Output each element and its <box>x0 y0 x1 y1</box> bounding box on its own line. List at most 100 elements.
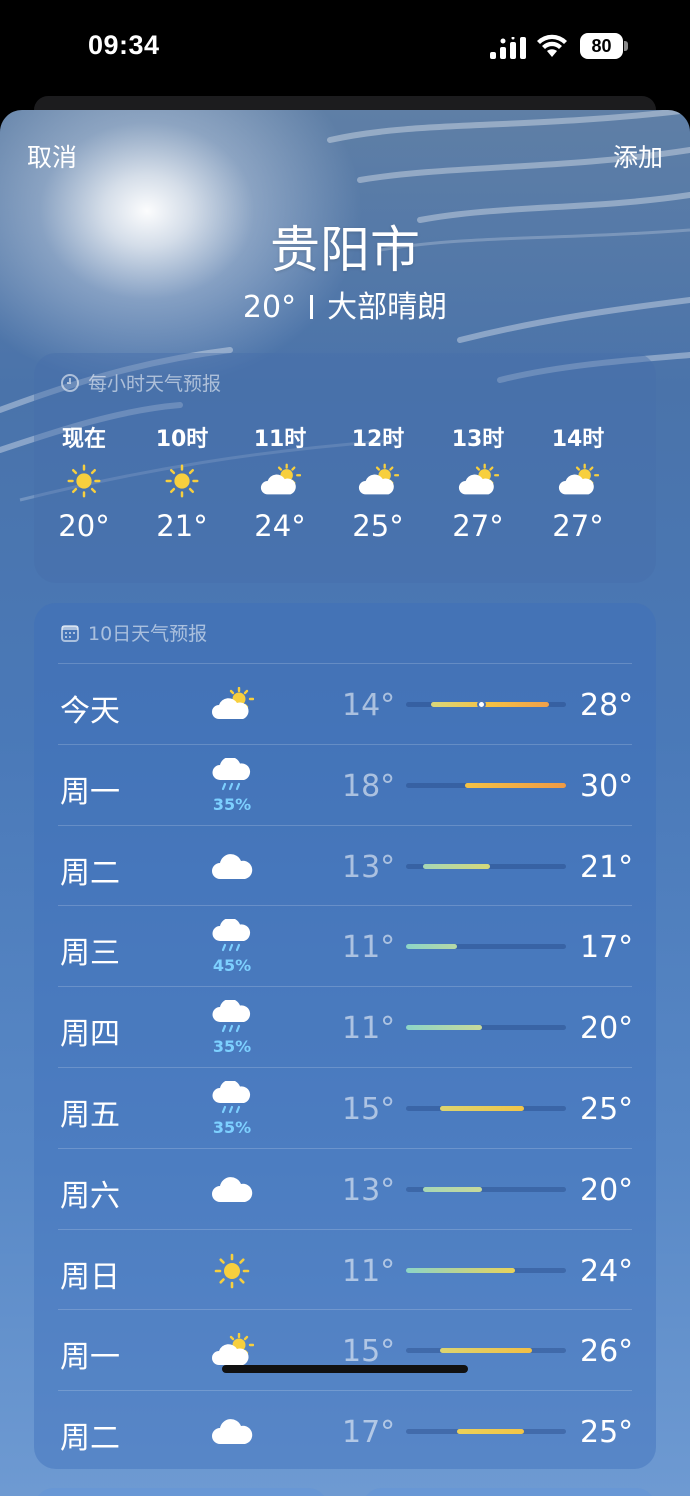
daily-forecast-row[interactable]: 周日 11° 24° <box>58 1228 634 1310</box>
ten-day-forecast-card[interactable]: 10日天气预报 今天 14° 28° 周一 35% 18° 30° 周二 13° 21° 周三 45%… <box>34 603 656 1469</box>
hour-temp: 27° <box>452 509 504 543</box>
sun-icon <box>34 453 134 509</box>
clock-icon <box>61 373 79 392</box>
day-name: 周五 <box>60 1098 120 1133</box>
hour-temp: 27° <box>552 509 604 543</box>
temp-range-fill <box>439 1106 524 1111</box>
hour-temp: 24° <box>254 509 306 543</box>
hour-label: 11时 <box>253 427 307 452</box>
partly-cloudy-icon <box>328 453 428 509</box>
temp-range-bar <box>406 700 566 709</box>
low-temp: 13° <box>342 849 396 885</box>
daily-forecast-row[interactable]: 周二 13° 21° <box>58 824 633 906</box>
hourly-item: 现在 20° <box>34 421 134 543</box>
cloud-icon <box>208 836 256 898</box>
hour-label: 14时 <box>551 427 605 452</box>
day-name: 周六 <box>60 1178 120 1214</box>
low-temp: 15° <box>342 1092 396 1127</box>
hour-label: 12时 <box>351 427 405 452</box>
add-button[interactable]: 添加 <box>613 138 663 174</box>
hour-label: 1 <box>626 421 656 453</box>
high-temp: 28° <box>580 688 634 723</box>
partly-cloudy-icon <box>626 453 656 509</box>
hourly-forecast-title: 每小时天气预报 <box>88 373 222 395</box>
day-name: 周日 <box>60 1259 120 1295</box>
high-temp: 25° <box>580 1092 634 1127</box>
day-name: 周四 <box>60 1017 120 1053</box>
low-temp: 18° <box>342 768 396 804</box>
precipitation-chance: 35% <box>212 1118 252 1137</box>
daily-forecast-row[interactable]: 周六 13° 20° <box>58 1147 634 1229</box>
daily-forecast-row[interactable]: 周四 35% 11° 20° <box>58 986 634 1067</box>
wifi-icon <box>537 34 567 57</box>
next-card-peek <box>34 1488 328 1496</box>
daily-forecast-row[interactable]: 周二 17° 25° <box>58 1390 633 1469</box>
battery-icon: 80 <box>580 33 628 59</box>
partly-cloudy-icon <box>230 453 330 509</box>
high-temp: 17° <box>580 930 634 966</box>
rain-icon: 45% <box>208 916 256 978</box>
calendar-icon <box>61 624 79 642</box>
temp-range-fill <box>422 863 491 869</box>
status-bar: 09:34 80 <box>0 0 690 96</box>
home-indicator[interactable] <box>222 1365 468 1373</box>
high-temp: 30° <box>580 768 634 804</box>
current-condition: 大部晴朗 <box>327 290 448 325</box>
day-name: 今天 <box>60 694 120 729</box>
hourly-item: 12时 25° <box>328 421 428 543</box>
hourly-item: 14时 27° <box>528 421 628 543</box>
temp-range-fill <box>406 1025 482 1031</box>
cellular-signal-icon <box>490 37 526 59</box>
temp-range-bar <box>406 1186 566 1192</box>
day-name: 周一 <box>60 774 120 810</box>
sun-icon <box>132 453 232 509</box>
high-temp: 20° <box>580 1172 634 1208</box>
status-time: 09:34 <box>88 30 160 60</box>
separator <box>310 295 314 319</box>
temp-range-bar <box>406 863 566 869</box>
cancel-button[interactable]: 取消 <box>27 138 77 174</box>
current-temp: 20° <box>242 290 297 325</box>
rain-icon: 35% <box>208 997 256 1059</box>
hourly-item: 13时 27° <box>428 421 528 543</box>
temp-range-bar <box>406 782 566 788</box>
weather-preview-sheet: 取消 添加 贵阳市 20° 大部晴朗 每小时天气预报 现在 20° 10时 21° 11时… <box>0 110 690 1496</box>
low-temp: 11° <box>342 930 396 966</box>
hourly-forecast-card[interactable]: 每小时天气预报 现在 20° 10时 21° 11时 24° 12时 25° 13时 27° 14时… <box>34 353 656 583</box>
low-temp: 14° <box>342 688 396 723</box>
precipitation-chance: 35% <box>212 794 252 814</box>
temp-range-bar <box>406 1348 566 1354</box>
temp-range-fill <box>439 1348 533 1354</box>
ten-day-forecast-header: 10日天气预报 <box>60 619 207 646</box>
hour-label: 10时 <box>155 427 209 452</box>
temp-range-bar <box>406 1106 566 1111</box>
hourly-item: 11时 24° <box>230 421 330 543</box>
temp-range-fill <box>422 1186 482 1192</box>
high-temp: 24° <box>580 1253 634 1289</box>
high-temp: 20° <box>580 1011 634 1047</box>
daily-forecast-row[interactable]: 周一 35% 18° 30° <box>58 743 634 825</box>
day-name: 周三 <box>60 936 120 972</box>
daily-forecast-row[interactable]: 今天 14° 28° <box>58 663 634 744</box>
sun-icon <box>208 1240 256 1302</box>
temp-range-fill <box>464 782 566 788</box>
daily-forecast-row[interactable]: 周一 15° 26° <box>58 1309 634 1390</box>
high-temp: 26° <box>580 1334 634 1370</box>
temp-range-bar <box>406 1429 566 1435</box>
day-name: 周二 <box>60 1421 120 1457</box>
hour-temp: 25° <box>352 509 404 543</box>
daily-forecast-row[interactable]: 周五 35% 15° 25° <box>58 1067 634 1148</box>
partly-cloudy-icon <box>528 453 628 509</box>
hour-label: 现在 <box>61 427 106 452</box>
temp-range-fill <box>456 1429 524 1435</box>
daily-forecast-row[interactable]: 周三 45% 11° 17° <box>58 905 634 986</box>
temp-range-fill <box>431 702 550 707</box>
precipitation-chance: 45% <box>212 956 252 976</box>
cloud-icon <box>208 1401 256 1463</box>
partly-cloudy-icon <box>208 674 256 736</box>
partly-cloudy-icon <box>208 1320 256 1382</box>
precipitation-chance: 35% <box>212 1037 252 1057</box>
battery-level: 80 <box>580 33 623 59</box>
day-name: 周一 <box>60 1340 120 1376</box>
hourly-forecast-header: 每小时天气预报 <box>60 369 221 396</box>
